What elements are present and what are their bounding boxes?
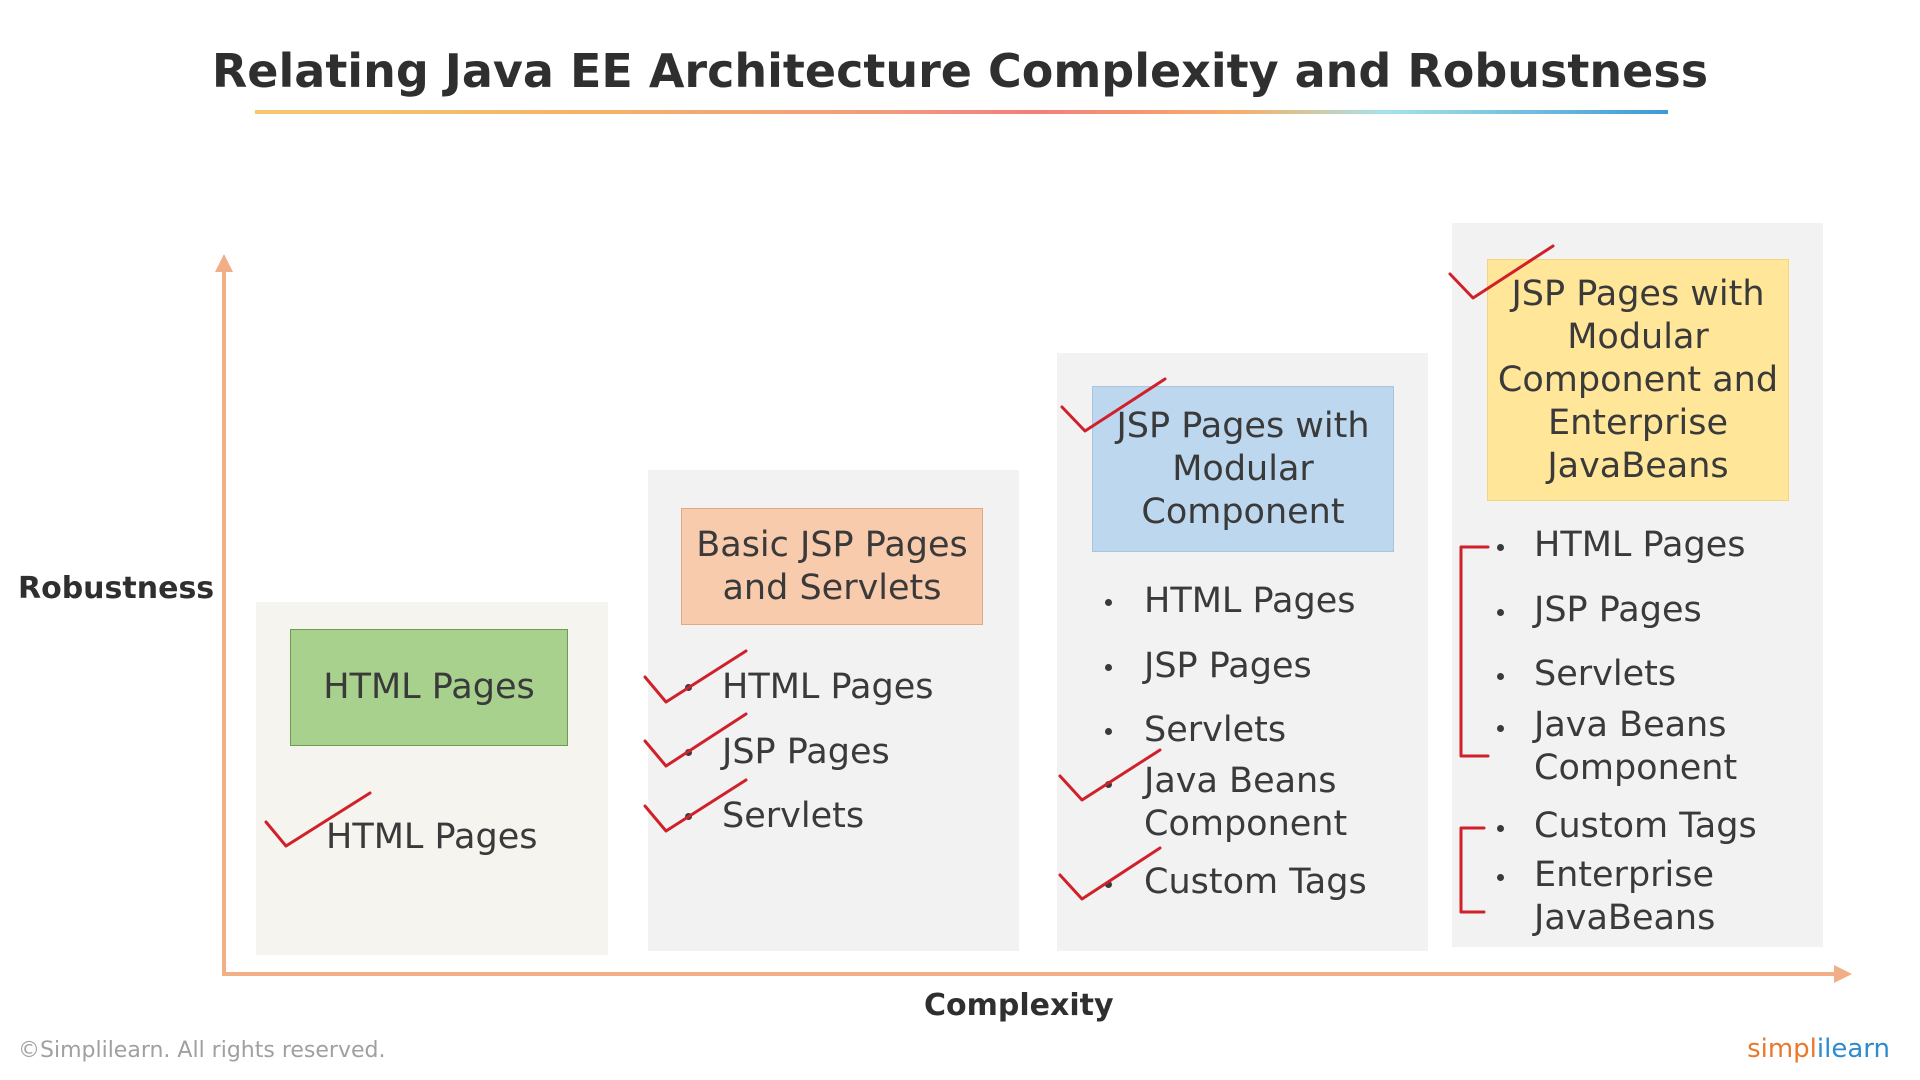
bullet-icon [1497, 874, 1504, 881]
bullet-icon [1105, 781, 1112, 788]
bullet-icon [685, 749, 692, 756]
bullet-icon [1105, 728, 1112, 735]
x-axis-arrow-icon [1834, 965, 1852, 983]
copyright-text: ©Simplilearn. All rights reserved. [18, 1038, 386, 1063]
y-axis-arrow-icon [215, 254, 233, 272]
logo-part-1: simpl [1747, 1034, 1817, 1064]
bullet-icon [1105, 881, 1112, 888]
y-axis-line [222, 264, 226, 976]
bullet-icon [685, 684, 692, 691]
stage-2-item-jsp-pages: JSP Pages [722, 732, 890, 772]
stage-4-item-custom-tags: Custom Tags [1534, 806, 1757, 846]
page-title: Relating Java EE Architecture Complexity… [211, 44, 1709, 98]
stage-2-item-html-pages: HTML Pages [722, 667, 934, 707]
stage-4-item-servlets: Servlets [1534, 654, 1677, 694]
title-underline [255, 110, 1668, 114]
stage-3-item-custom-tags: Custom Tags [1144, 862, 1367, 902]
bullet-icon [1497, 725, 1504, 732]
bullet-icon [1497, 609, 1504, 616]
bullet-icon [1105, 599, 1112, 606]
stage-3-header: JSP Pages with Modular Component [1092, 386, 1394, 552]
stage-1-item-html-pages: HTML Pages [326, 817, 538, 857]
stage-1-header: HTML Pages [290, 629, 568, 746]
stage-2-item-servlets: Servlets [722, 796, 865, 836]
stage-3-item-jsp-pages: JSP Pages [1144, 646, 1312, 686]
bullet-icon [1105, 664, 1112, 671]
bullet-icon [1497, 673, 1504, 680]
stage-3-item-java-beans-component: Java Beans Component [1144, 761, 1348, 844]
stage-4-item-enterprise-javabeans: Enterprise JavaBeans [1534, 855, 1716, 938]
bullet-icon [685, 813, 692, 820]
stage-3-item-html-pages: HTML Pages [1144, 581, 1356, 621]
stage-4-item-jsp-pages: JSP Pages [1534, 590, 1702, 630]
y-axis-label: Robustness [18, 571, 215, 606]
stage-4-item-html-pages: HTML Pages [1534, 525, 1746, 565]
stage-4-header: JSP Pages with Modular Component and Ent… [1487, 259, 1789, 501]
x-axis-line [222, 972, 1838, 976]
stage-2-header: Basic JSP Pages and Servlets [681, 508, 983, 625]
bullet-icon [1497, 825, 1504, 832]
stage-3-item-servlets: Servlets [1144, 710, 1287, 750]
x-axis-label: Complexity [924, 988, 1114, 1023]
stage-4-item-java-beans-component: Java Beans Component [1534, 705, 1738, 788]
logo-part-2: ilearn [1816, 1034, 1890, 1064]
brand-logo: simplilearn [1747, 1034, 1890, 1064]
bullet-icon [1497, 544, 1504, 551]
